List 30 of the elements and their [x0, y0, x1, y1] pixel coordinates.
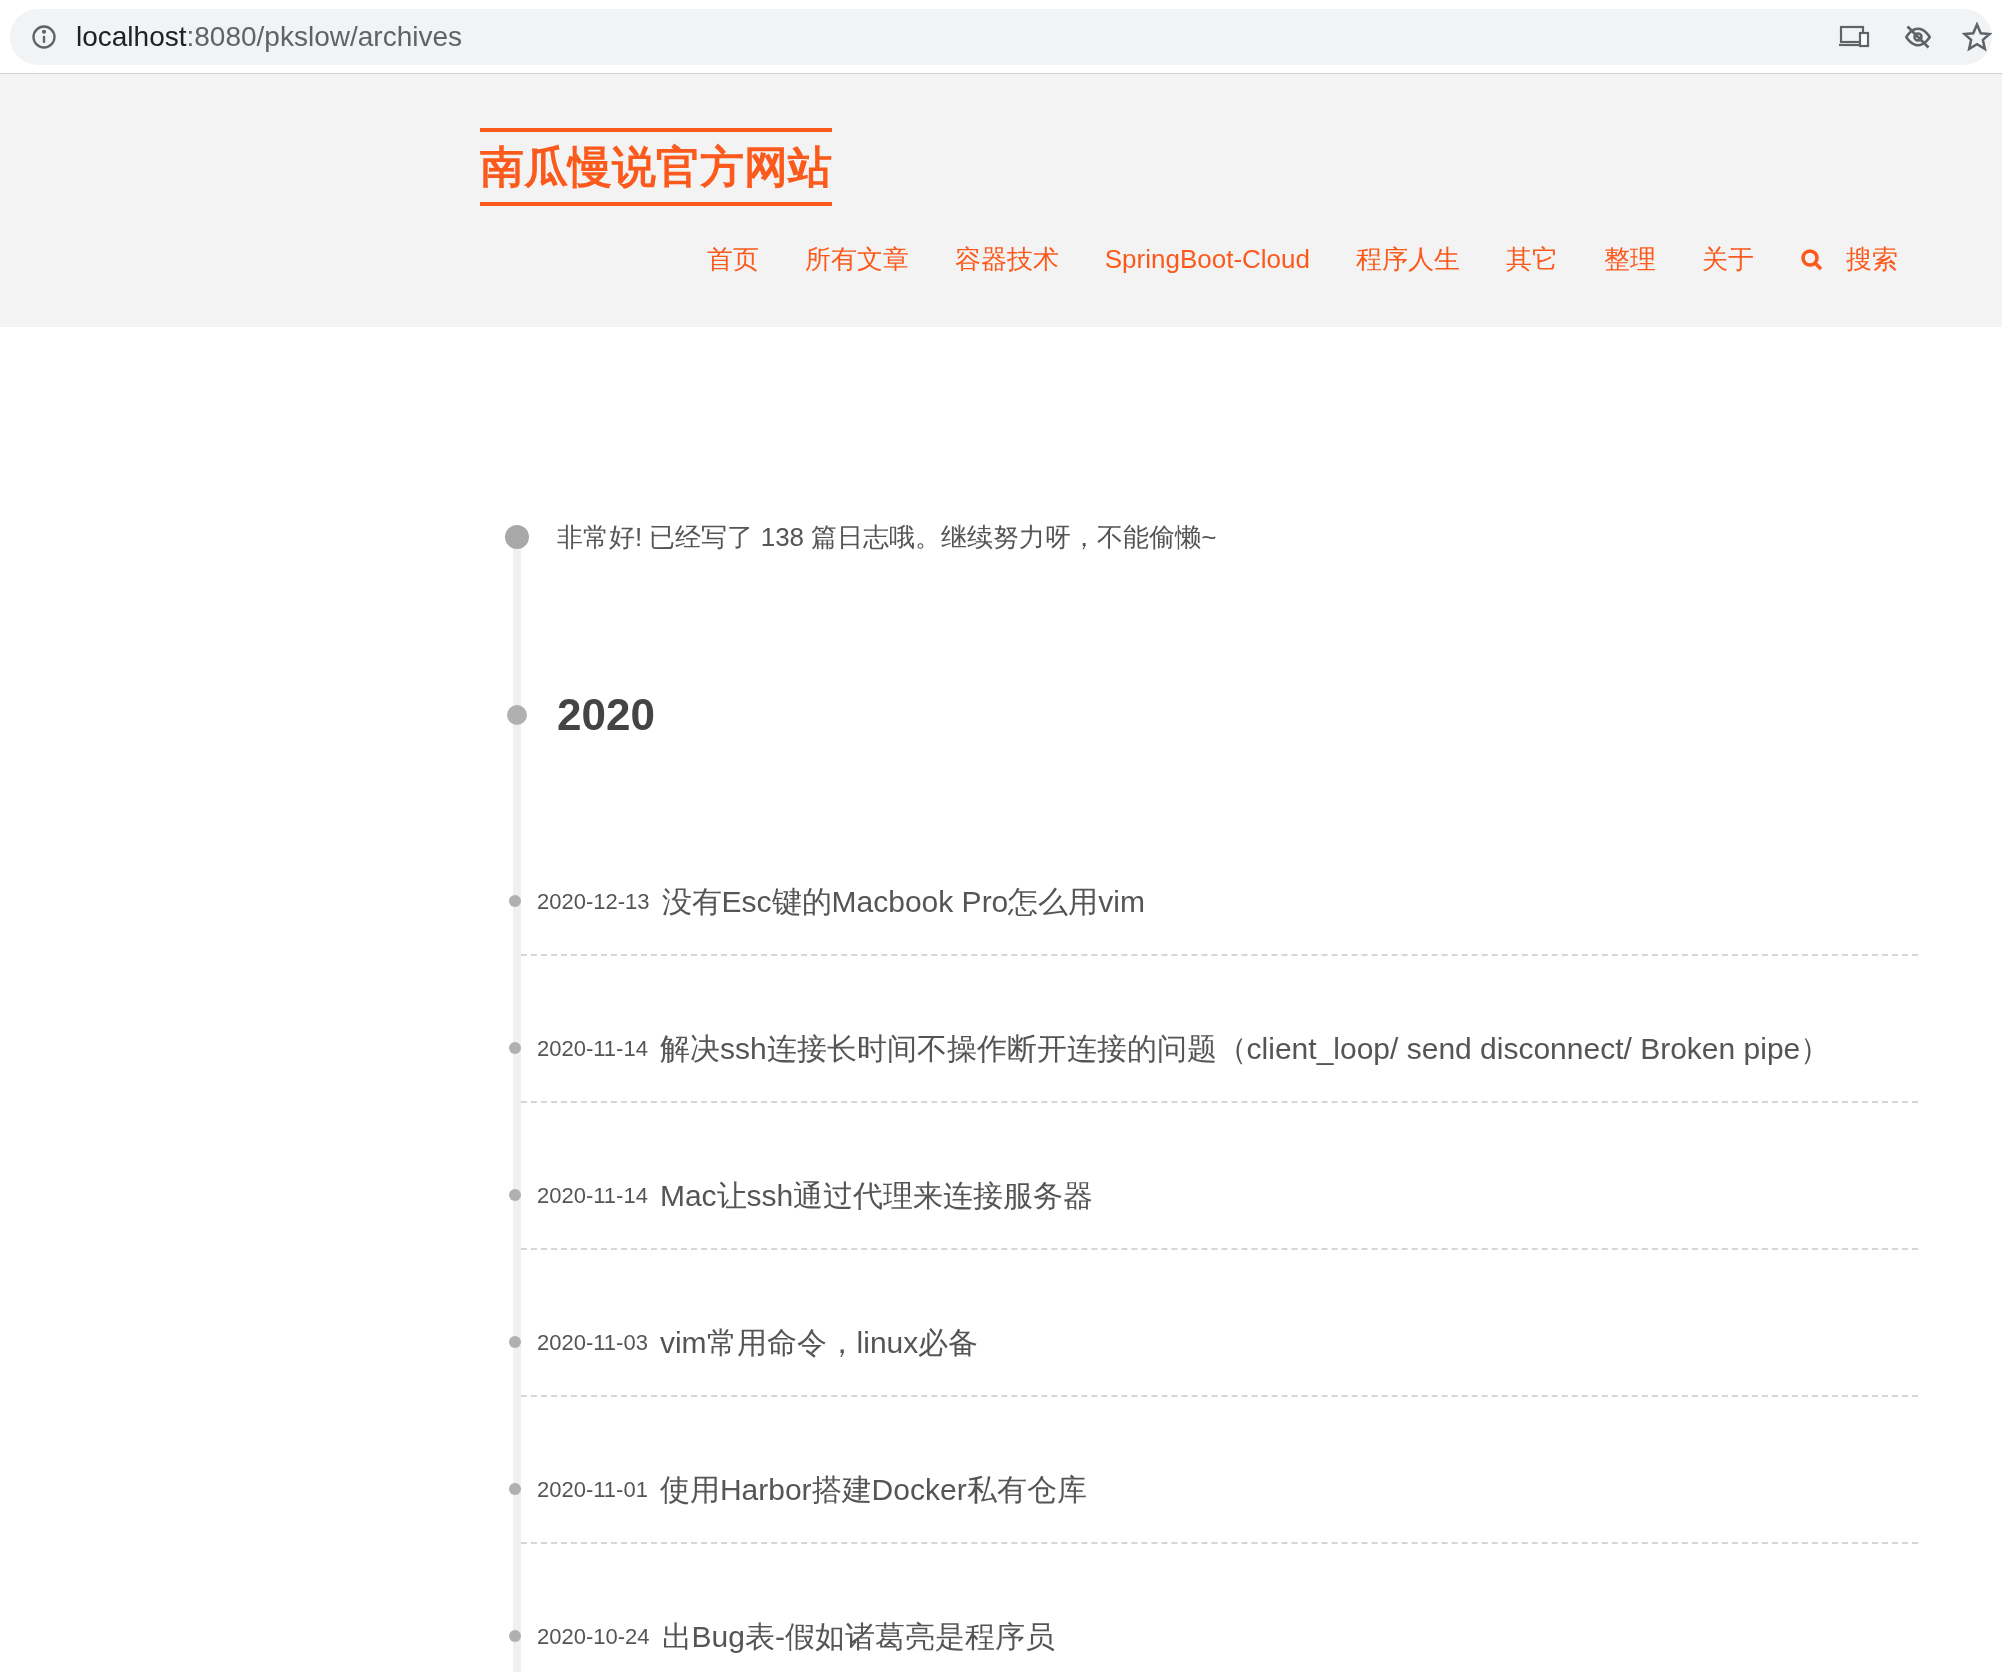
post-date: 2020-11-03: [537, 1328, 648, 1357]
nav-link[interactable]: 整理: [1604, 240, 1656, 279]
post-date: 2020-11-01: [537, 1475, 648, 1504]
post-date: 2020-12-13: [537, 887, 650, 916]
post-date: 2020-11-14: [537, 1034, 648, 1063]
post-title[interactable]: 使用Harbor搭建Docker私有仓库: [659, 1466, 1087, 1512]
search-link[interactable]: 搜索: [1800, 240, 1898, 279]
post-title[interactable]: vim常用命令，linux必备: [659, 1319, 979, 1365]
star-icon[interactable]: [1962, 21, 1992, 52]
nav-link[interactable]: 所有文章: [804, 240, 909, 279]
post-title[interactable]: 没有Esc键的Macbook Pro怎么用vim: [661, 878, 1145, 924]
info-icon[interactable]: [30, 22, 58, 51]
archive-summary: 非常好! 已经写了 138 篇日志哦。继续努力呀，不能偷懒~: [557, 520, 1217, 554]
address-bar[interactable]: localhost:8080/pkslow/archives: [10, 8, 1992, 65]
nav-link[interactable]: 程序人生: [1356, 240, 1460, 279]
nav-link[interactable]: 容器技术: [954, 240, 1059, 279]
nav-link[interactable]: 关于: [1702, 240, 1754, 279]
year-heading: 2020: [557, 689, 655, 741]
nav-link[interactable]: SpringBoot-Cloud: [1104, 240, 1310, 279]
search-icon: [1800, 247, 1824, 272]
post-date: 2020-11-14: [537, 1181, 648, 1210]
post-date: 2020-10-24: [537, 1622, 650, 1651]
devices-icon[interactable]: [1838, 23, 1870, 50]
post-title[interactable]: 解决ssh连接长时间不操作断开连接的问题（client_loop/ send disconnect/ Broken pipe）: [659, 1025, 1831, 1071]
post-title[interactable]: Mac让ssh通过代理来连接服务器: [659, 1172, 1094, 1218]
url-text[interactable]: localhost:8080/pkslow/archives: [76, 15, 462, 58]
nav-link[interactable]: 其它: [1506, 240, 1558, 279]
site-logo[interactable]: 南瓜慢说官方网站: [480, 128, 832, 206]
nav-link[interactable]: 首页: [706, 240, 759, 279]
post-title[interactable]: 出Bug表-假如诸葛亮是程序员: [661, 1613, 1055, 1659]
